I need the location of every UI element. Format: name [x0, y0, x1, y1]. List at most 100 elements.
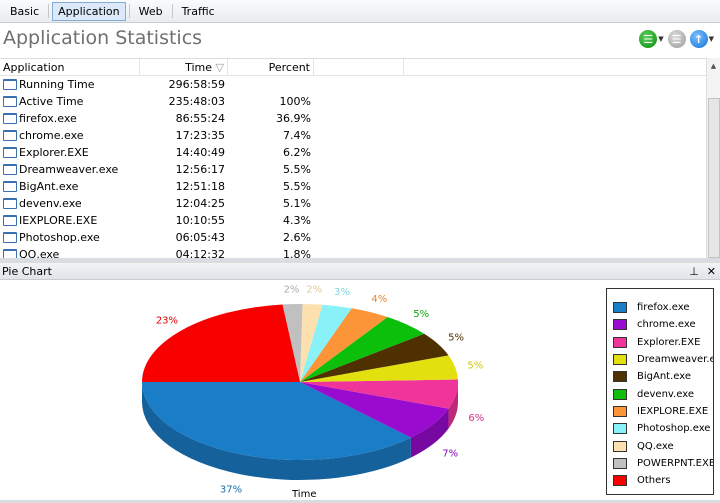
pie-slice-label: 7%: [442, 449, 458, 460]
cell-percent: 2.6%: [283, 231, 311, 244]
cell-percent: 5.1%: [283, 197, 311, 210]
column-header-time[interactable]: Time ▽: [140, 59, 228, 75]
cell-percent: 5.5%: [283, 163, 311, 176]
table-row[interactable]: BigAnt.exe 12:51:18 5.5%: [0, 178, 706, 195]
legend-item: firefox.exe: [613, 299, 713, 316]
tab-basic[interactable]: Basic: [4, 2, 45, 21]
legend-swatch: [613, 371, 627, 383]
tab-application[interactable]: Application: [52, 1, 126, 21]
table-row[interactable]: chrome.exe 17:23:35 7.4%: [0, 127, 706, 144]
pie-chart: 37% 7% 6% 5% 5% 5% 4% 3% 2% 2% 23%: [142, 285, 484, 495]
application-name: Explorer.EXE: [19, 146, 89, 159]
application-name: firefox.exe: [19, 112, 77, 125]
cell-percent: 36.9%: [276, 112, 311, 125]
cell-time: 86:55:24: [175, 112, 225, 125]
legend-label: BigAnt.exe: [637, 371, 692, 383]
close-icon[interactable]: ✕: [707, 263, 716, 280]
table-row[interactable]: Running Time 296:58:59: [0, 76, 706, 93]
cell-application: Dreamweaver.exe: [0, 163, 140, 176]
toolbar: ☰ ▼ ☰ ↑ ▼: [639, 30, 714, 48]
table-row[interactable]: QQ.exe 04:12:32 1.8%: [0, 246, 706, 258]
window-icon: [3, 147, 17, 158]
pin-icon[interactable]: ⊥: [689, 263, 699, 280]
legend-swatch: [613, 440, 627, 452]
table-row[interactable]: Active Time 235:48:03 100%: [0, 93, 706, 110]
legend-item: devenv.exe: [613, 385, 713, 402]
pie-slice-label: 5%: [467, 360, 483, 371]
chevron-down-icon: ▼: [708, 35, 714, 43]
legend-item: Others: [613, 472, 713, 489]
tab-separator: [128, 4, 130, 18]
legend-label: Photoshop.exe: [637, 423, 711, 435]
legend-label: Dreamweaver.exe: [637, 354, 713, 366]
tab-traffic[interactable]: Traffic: [176, 2, 221, 21]
legend-item: POWERPNT.EXE: [613, 455, 713, 472]
application-name: Running Time: [19, 78, 95, 91]
legend-swatch: [613, 457, 627, 469]
table-header: Application Time ▽ Percent: [0, 59, 706, 76]
legend-swatch: [613, 302, 627, 314]
x-axis-label: Time: [292, 489, 317, 500]
tab-bar: Basic Application Web Traffic: [0, 0, 720, 23]
application-name: Dreamweaver.exe: [19, 163, 119, 176]
legend-item: chrome.exe: [613, 316, 713, 333]
legend-label: Others: [637, 475, 671, 487]
cell-application: firefox.exe: [0, 112, 140, 125]
list-green-icon: ☰: [639, 30, 658, 48]
pie-slice-label: 5%: [413, 309, 429, 320]
upload-blue-button[interactable]: ↑ ▼: [689, 30, 714, 48]
window-icon: [3, 198, 17, 209]
column-header-percent[interactable]: Percent: [228, 59, 314, 75]
column-header-application[interactable]: Application: [0, 59, 140, 75]
legend-item: Explorer.EXE: [613, 334, 713, 351]
cell-application: chrome.exe: [0, 129, 140, 142]
cell-time: 06:05:43: [175, 231, 225, 244]
vertical-scrollbar[interactable]: ▲: [706, 58, 720, 258]
window-icon: [3, 181, 17, 192]
application-name: BigAnt.exe: [19, 180, 79, 193]
upload-blue-icon: ↑: [689, 30, 708, 48]
pie-slice-label: 6%: [468, 413, 484, 424]
legend-swatch: [613, 336, 627, 348]
window-icon: [3, 215, 17, 226]
legend-item: Dreamweaver.exe: [613, 351, 713, 368]
table-row[interactable]: devenv.exe 12:04:25 5.1%: [0, 195, 706, 212]
application-name: chrome.exe: [19, 129, 84, 142]
pane-title: Pie Chart: [2, 265, 52, 278]
table-row[interactable]: Photoshop.exe 06:05:43 2.6%: [0, 229, 706, 246]
pie-slice-label: 23%: [156, 316, 178, 327]
window-icon: [3, 249, 17, 258]
legend-label: IEXPLORE.EXE: [637, 405, 709, 417]
page-title: Application Statistics: [3, 27, 203, 49]
pie-slice-label: 4%: [371, 294, 387, 305]
legend-swatch: [613, 319, 627, 331]
cell-application: Active Time: [0, 95, 140, 108]
window-icon: [3, 232, 17, 243]
cell-time: 296:58:59: [168, 78, 225, 91]
pie-slice-label: 3%: [334, 287, 350, 298]
legend-item: QQ.exe: [613, 437, 713, 454]
table-row[interactable]: IEXPLORE.EXE 10:10:55 4.3%: [0, 212, 706, 229]
legend-swatch: [613, 405, 627, 417]
scrollbar-thumb[interactable]: [708, 98, 720, 258]
list-green-button[interactable]: ☰ ▼: [639, 30, 664, 48]
window-icon: [3, 96, 17, 107]
legend-label: QQ.exe: [637, 440, 674, 452]
cell-percent: 5.5%: [283, 180, 311, 193]
tab-web[interactable]: Web: [133, 2, 169, 21]
cell-percent: 7.4%: [283, 129, 311, 142]
table-row[interactable]: Dreamweaver.exe 12:56:17 5.5%: [0, 161, 706, 178]
window-icon: [3, 79, 17, 90]
scroll-up-arrow-icon[interactable]: ▲: [707, 62, 720, 70]
legend-label: POWERPNT.EXE: [637, 457, 713, 469]
cell-application: BigAnt.exe: [0, 180, 140, 193]
legend-item: BigAnt.exe: [613, 368, 713, 385]
cell-time: 12:04:25: [175, 197, 225, 210]
application-name: IEXPLORE.EXE: [19, 214, 98, 227]
table-row[interactable]: firefox.exe 86:55:24 36.9%: [0, 110, 706, 127]
cell-application: Explorer.EXE: [0, 146, 140, 159]
window-icon: [3, 130, 17, 141]
table-row[interactable]: Explorer.EXE 14:40:49 6.2%: [0, 144, 706, 161]
list-gray-icon[interactable]: ☰: [667, 30, 686, 48]
tab-separator: [48, 4, 50, 18]
